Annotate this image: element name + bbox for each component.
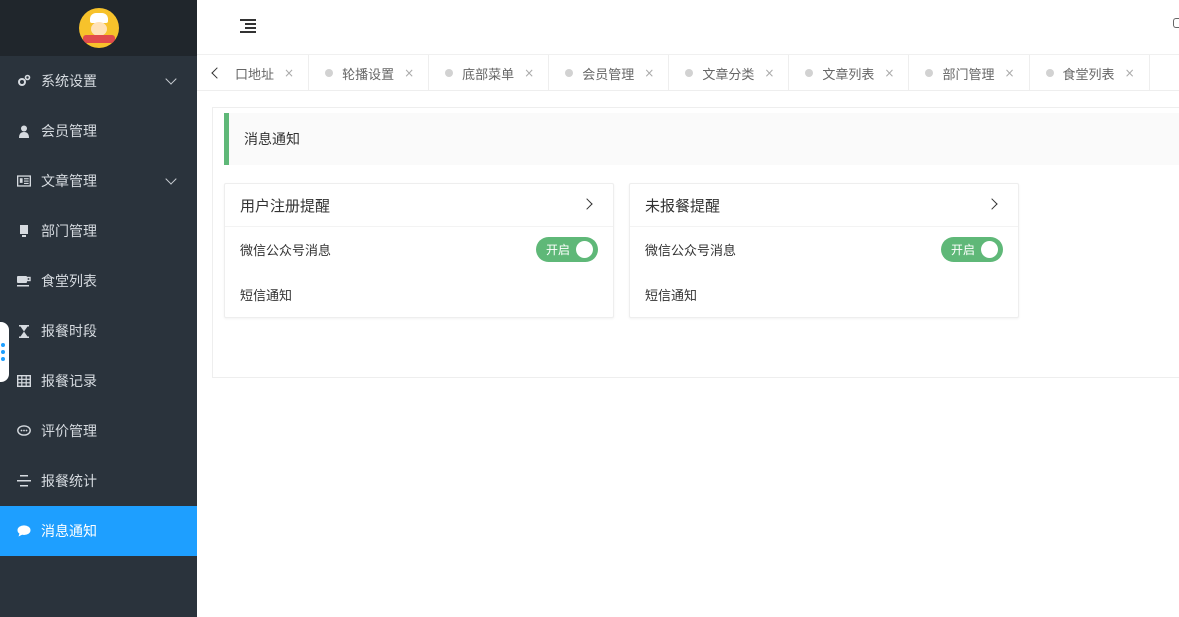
switch-knob (576, 241, 593, 258)
sidebar-item-notifications[interactable]: 消息通知 (0, 506, 197, 556)
user-menu-icon[interactable] (1173, 18, 1179, 28)
sidebar-item-label: 报餐时段 (41, 324, 97, 340)
notification-card-no-meal: 未报餐提醒 微信公众号消息 开启 短信通知 (629, 183, 1019, 318)
dot-icon (805, 69, 814, 77)
sidebar-item-label: 评价管理 (41, 424, 97, 440)
close-icon[interactable]: × (284, 66, 294, 80)
wechat-toggle-switch[interactable]: 开启 (536, 237, 598, 262)
switch-knob (981, 241, 998, 258)
tab-label: 文章列表 (822, 67, 875, 83)
wechat-toggle-switch[interactable]: 开启 (941, 237, 1003, 262)
dot-icon (1045, 69, 1054, 77)
tab-item[interactable]: 文章列表 × (789, 55, 910, 90)
chevron-right-icon[interactable] (581, 198, 593, 210)
chevron-down-icon (165, 173, 177, 185)
logo[interactable] (78, 8, 119, 48)
tab-item[interactable]: 会员管理 × (549, 55, 670, 90)
coffee-icon (17, 274, 31, 288)
tab-label: 口地址 (235, 67, 275, 83)
tab-list: 口地址 × 轮播设置 × 底部菜单 × 会员管理 × 文章分类 × 文章列表 × (233, 55, 1150, 90)
switch-label: 开启 (951, 243, 976, 257)
sidebar-item-label: 食堂列表 (41, 274, 97, 290)
row-label: 微信公众号消息 (240, 244, 332, 259)
dot-icon (685, 69, 694, 77)
sidebar-item-label: 报餐统计 (41, 474, 97, 490)
row-label: 短信通知 (645, 289, 698, 304)
hourglass-icon (17, 324, 31, 338)
chevron-down-icon (165, 73, 177, 85)
sms-row: 短信通知 (225, 272, 613, 317)
notification-card-register: 用户注册提醒 微信公众号消息 开启 短信通知 (224, 183, 614, 318)
wechat-row: 微信公众号消息 开启 (630, 227, 1018, 272)
list-icon (17, 224, 31, 238)
table-icon (17, 374, 31, 388)
wechat-row: 微信公众号消息 开启 (225, 227, 613, 272)
dot-icon (565, 69, 574, 77)
tab-label: 底部菜单 (462, 67, 515, 83)
menu-fold-icon[interactable] (240, 19, 256, 33)
tab-label: 食堂列表 (1062, 67, 1115, 83)
top-header (197, 0, 1179, 55)
tab-label: 文章分类 (702, 67, 755, 83)
comment-icon (17, 424, 31, 438)
tab-item[interactable]: 文章分类 × (669, 55, 790, 90)
sidebar-menu: 系统设置 会员管理 文章管理 部门管理 食堂列表 报餐时段 报餐记录 评价管理 … (0, 56, 197, 556)
card-header[interactable]: 未报餐提醒 (630, 184, 1018, 227)
close-icon[interactable]: × (404, 66, 414, 80)
sidebar-item-label: 文章管理 (41, 174, 97, 190)
switch-label: 开启 (546, 243, 571, 257)
tab-item[interactable]: 底部菜单 × (429, 55, 550, 90)
align-icon (17, 474, 31, 488)
tab-label: 会员管理 (582, 67, 635, 83)
sidebar-item-members[interactable]: 会员管理 (0, 106, 197, 156)
tab-item[interactable]: 轮播设置 × (309, 55, 430, 90)
sidebar-item-canteens[interactable]: 食堂列表 (0, 256, 197, 306)
close-icon[interactable]: × (644, 66, 654, 80)
sidebar-item-articles[interactable]: 文章管理 (0, 156, 197, 206)
card-title: 用户注册提醒 (240, 196, 331, 215)
sidebar-item-meal-periods[interactable]: 报餐时段 (0, 306, 197, 356)
comment-filled-icon (17, 524, 31, 538)
close-icon[interactable]: × (764, 66, 774, 80)
close-icon[interactable]: × (1004, 66, 1014, 80)
logo-area (0, 0, 197, 56)
sidebar-item-system-settings[interactable]: 系统设置 (0, 56, 197, 106)
sidebar-item-label: 报餐记录 (41, 374, 97, 390)
section-title: 消息通知 (224, 113, 1179, 165)
user-icon (17, 124, 31, 138)
sidebar-item-departments[interactable]: 部门管理 (0, 206, 197, 256)
sidebar-item-meal-stats[interactable]: 报餐统计 (0, 456, 197, 506)
tab-item[interactable]: 部门管理 × (909, 55, 1030, 90)
notification-panel: 消息通知 用户注册提醒 微信公众号消息 开启 短信通知 未报餐提醒 微信公众号消… (212, 107, 1179, 378)
row-label: 短信通知 (240, 289, 293, 304)
tab-item[interactable]: 口地址 × (233, 55, 310, 90)
card-header[interactable]: 用户注册提醒 (225, 184, 613, 227)
tab-scroll-left-button[interactable] (197, 55, 233, 90)
newspaper-icon (17, 174, 31, 188)
sidebar-item-label: 会员管理 (41, 124, 97, 140)
close-icon[interactable]: × (1125, 66, 1135, 80)
sidebar: 系统设置 会员管理 文章管理 部门管理 食堂列表 报餐时段 报餐记录 评价管理 … (0, 0, 197, 617)
row-label: 微信公众号消息 (645, 244, 737, 259)
sms-row: 短信通知 (630, 272, 1018, 317)
tab-item[interactable]: 食堂列表 × (1030, 55, 1150, 90)
dot-icon (445, 69, 454, 77)
close-icon[interactable]: × (524, 66, 534, 80)
sidebar-item-reviews[interactable]: 评价管理 (0, 406, 197, 456)
close-icon[interactable]: × (884, 66, 894, 80)
tab-bar: 口地址 × 轮播设置 × 底部菜单 × 会员管理 × 文章分类 × 文章列表 × (197, 55, 1179, 91)
sidebar-item-meal-records[interactable]: 报餐记录 (0, 356, 197, 406)
gears-icon (17, 74, 31, 88)
chevron-right-icon[interactable] (986, 198, 998, 210)
sidebar-item-label: 部门管理 (41, 224, 97, 240)
card-title: 未报餐提醒 (645, 196, 721, 215)
sidebar-item-label: 消息通知 (41, 524, 97, 540)
side-drawer-handle[interactable] (0, 322, 9, 382)
tab-label: 轮播设置 (342, 67, 395, 83)
dot-icon (325, 69, 334, 77)
chevron-left-icon (211, 67, 223, 79)
dot-icon (925, 69, 934, 77)
tab-label: 部门管理 (942, 67, 995, 83)
sidebar-item-label: 系统设置 (41, 74, 97, 90)
